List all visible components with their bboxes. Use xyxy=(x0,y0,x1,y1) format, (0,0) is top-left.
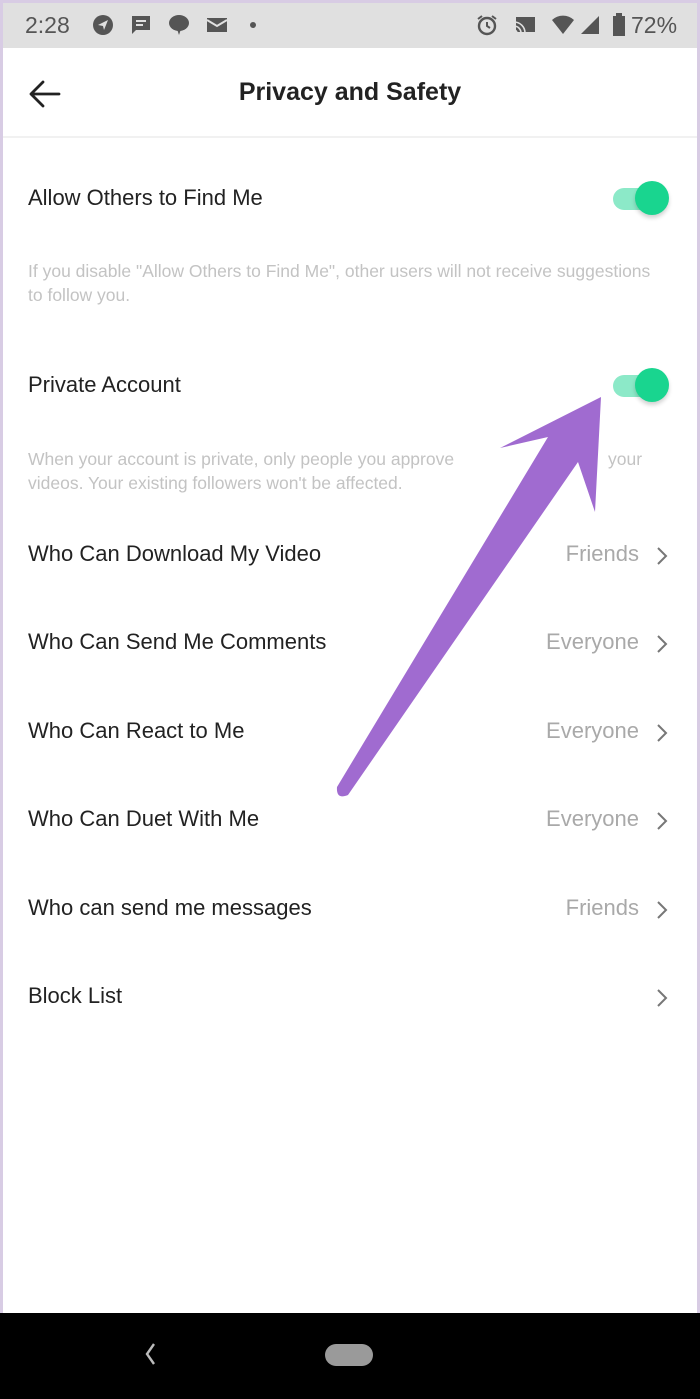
setting-label: Who Can React to Me xyxy=(28,718,245,743)
setting-row-block-list[interactable]: Block List xyxy=(3,967,697,1027)
dot-icon xyxy=(241,13,265,37)
system-back-button[interactable] xyxy=(142,1341,158,1367)
wifi-icon xyxy=(551,13,575,37)
mail-icon xyxy=(205,13,229,37)
status-bar: 2:28 72% xyxy=(3,3,697,48)
chevron-right-icon xyxy=(657,724,668,742)
signal-icon xyxy=(578,13,602,37)
setting-value: Everyone xyxy=(546,718,639,743)
setting-row-download[interactable]: Who Can Download My Video Friends xyxy=(3,525,697,585)
chevron-right-icon xyxy=(657,635,668,653)
setting-value: Everyone xyxy=(546,629,639,654)
setting-row-duet[interactable]: Who Can Duet With Me Everyone xyxy=(3,790,697,850)
page-title: Privacy and Safety xyxy=(238,78,462,106)
cast-icon xyxy=(513,13,537,37)
allow-find-me-toggle[interactable] xyxy=(611,181,669,215)
allow-find-me-row: Allow Others to Find Me xyxy=(3,175,697,225)
chat-bubble-icon xyxy=(167,13,191,37)
battery-percent: 72% xyxy=(631,12,678,38)
setting-value: Friends xyxy=(565,541,639,566)
battery-icon xyxy=(607,13,631,37)
setting-label: Who Can Download My Video xyxy=(28,541,322,566)
setting-value: Friends xyxy=(565,895,639,920)
setting-row-messages[interactable]: Who can send me messages Friends xyxy=(3,879,697,939)
setting-label: Who Can Duet With Me xyxy=(28,806,260,831)
status-time: 2:28 xyxy=(25,12,70,38)
allow-find-me-description: If you disable "Allow Others to Find Me"… xyxy=(28,261,651,305)
chevron-right-icon xyxy=(657,547,668,565)
private-description-line2: videos. Your existing followers won't be… xyxy=(28,473,403,493)
alarm-icon xyxy=(475,13,499,37)
chevron-right-icon xyxy=(657,901,668,919)
setting-label: Who Can Send Me Comments xyxy=(28,629,327,654)
screen: 2:28 72% Privacy and Safety Allow Others… xyxy=(3,3,697,1399)
chevron-right-icon xyxy=(657,812,668,830)
system-nav-bar xyxy=(0,1313,700,1399)
message-icon xyxy=(129,13,153,37)
location-nav-icon xyxy=(91,13,115,37)
setting-label: Who can send me messages xyxy=(28,895,312,920)
private-account-description: When your account is private, only peopl… xyxy=(28,447,658,495)
setting-value: Everyone xyxy=(546,806,639,831)
private-description-line1-left: When your account is private, only peopl… xyxy=(28,449,455,469)
private-description-line1-right: your xyxy=(608,449,643,469)
app-header: Privacy and Safety xyxy=(3,48,697,138)
private-account-toggle[interactable] xyxy=(611,368,669,402)
system-home-button[interactable] xyxy=(325,1344,373,1366)
setting-row-react[interactable]: Who Can React to Me Everyone xyxy=(3,702,697,762)
chevron-right-icon xyxy=(657,989,668,1007)
setting-label: Block List xyxy=(28,983,123,1008)
allow-find-me-label: Allow Others to Find Me xyxy=(28,185,263,210)
private-account-row: Private Account xyxy=(3,362,697,412)
toggle-knob xyxy=(635,181,669,215)
setting-row-comments[interactable]: Who Can Send Me Comments Everyone xyxy=(3,613,697,673)
private-account-label: Private Account xyxy=(28,372,181,397)
toggle-knob xyxy=(635,368,669,402)
